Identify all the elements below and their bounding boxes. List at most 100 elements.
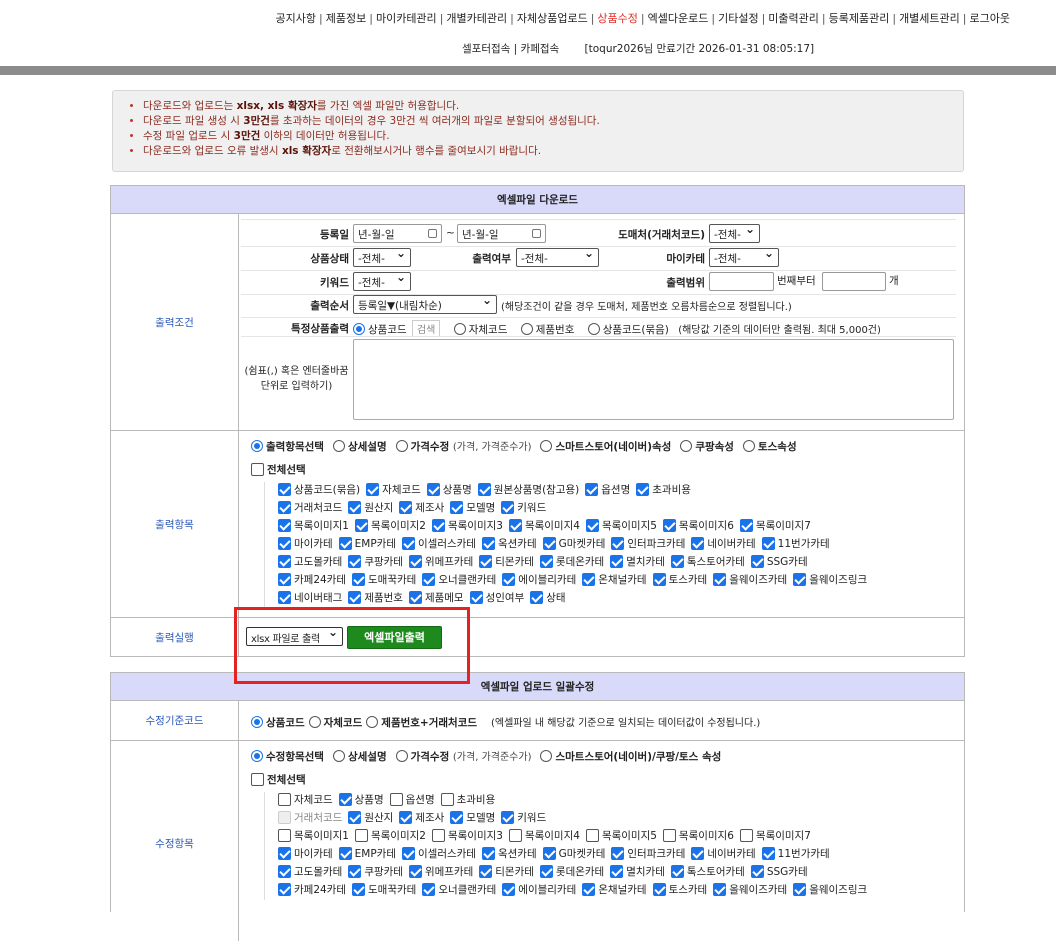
item-checkbox[interactable]: 키워드: [501, 811, 546, 824]
calendar-icon[interactable]: [532, 229, 541, 238]
nav-item[interactable]: 마이카테관리: [376, 12, 437, 25]
item-checkbox[interactable]: 에이블리카테: [502, 883, 576, 896]
item-checkbox[interactable]: 톡스토어카테: [670, 555, 745, 568]
item-checkbox[interactable]: 도매꾹카테: [352, 573, 416, 586]
item-checkbox[interactable]: 목록이미지6: [662, 829, 734, 842]
nav-item[interactable]: 자체상품업로드: [517, 12, 588, 25]
item-checkbox[interactable]: 티몬카테: [479, 555, 534, 568]
supplier-select[interactable]: -전체-: [709, 222, 760, 243]
item-checkbox[interactable]: 토스카테: [652, 573, 707, 586]
item-checkbox[interactable]: EMP카테: [338, 537, 396, 550]
item-checkbox[interactable]: 고도몰카테: [278, 865, 342, 878]
mode-radio[interactable]: 스마트스토어(네이버)속성: [540, 440, 671, 453]
nav-item[interactable]: 등록제품관리: [829, 12, 890, 25]
item-checkbox[interactable]: 목록이미지1: [278, 829, 349, 842]
order-select[interactable]: 등록일▼(내림차순): [353, 293, 497, 314]
item-checkbox[interactable]: 목록이미지7: [739, 829, 811, 842]
search-button[interactable]: 검색: [411, 320, 441, 337]
seller-link[interactable]: 셀포터접속: [462, 43, 510, 55]
mode-radio[interactable]: 가격수정 (가격, 가격준수가): [395, 750, 531, 763]
item-checkbox[interactable]: 멸치카테: [610, 865, 665, 878]
reg-date-from[interactable]: 년-월-일: [353, 224, 442, 243]
item-checkbox[interactable]: 멸치카테: [610, 555, 665, 568]
item-checkbox[interactable]: 자체코드: [278, 793, 333, 806]
item-checkbox[interactable]: 도매꾹카테: [352, 883, 416, 896]
item-checkbox[interactable]: 11번가카테: [761, 537, 830, 550]
cafe-link[interactable]: 카페접속: [521, 43, 560, 55]
item-checkbox[interactable]: 롯데온카테: [539, 555, 604, 568]
item-checkbox[interactable]: 옵션명: [389, 793, 435, 806]
item-checkbox[interactable]: 오너클랜카테: [422, 573, 496, 586]
item-checkbox[interactable]: 모델명: [450, 811, 495, 824]
basis-radio[interactable]: 자체코드: [308, 716, 362, 729]
item-checkbox[interactable]: G마켓카테: [542, 537, 605, 550]
item-checkbox[interactable]: 제품번호: [348, 591, 403, 604]
item-checkbox[interactable]: 카페24카테: [278, 573, 346, 586]
item-checkbox[interactable]: 원산지: [348, 811, 393, 824]
item-checkbox[interactable]: 위메프카테: [408, 865, 473, 878]
select-all-checkbox[interactable]: 전체선택: [251, 462, 964, 477]
nav-item[interactable]: 로그아웃: [970, 12, 1010, 25]
radio-own-code[interactable]: 자체코드: [453, 323, 507, 336]
specific-codes-textarea[interactable]: [353, 339, 954, 420]
item-checkbox[interactable]: SSG카테: [750, 555, 808, 568]
item-checkbox[interactable]: 쿠팡카테: [348, 865, 403, 878]
status-select[interactable]: -전체-: [353, 246, 411, 267]
nav-item[interactable]: 엑셀다운로드: [648, 12, 709, 25]
item-checkbox[interactable]: 제품메모: [408, 591, 464, 604]
item-checkbox[interactable]: 온채널카테: [582, 883, 647, 896]
item-checkbox[interactable]: 에이블리카테: [502, 573, 576, 586]
nav-item[interactable]: 제품정보: [326, 12, 366, 25]
item-checkbox[interactable]: 이셀러스카테: [402, 537, 476, 550]
mycate-select[interactable]: -전체-: [709, 246, 779, 267]
keyword-select[interactable]: -전체-: [353, 270, 411, 291]
item-checkbox[interactable]: 상품명: [426, 483, 472, 496]
item-checkbox[interactable]: 올웨이즈카테: [713, 573, 787, 586]
mode-radio[interactable]: 스마트스토어(네이버)/쿠팡/토스 속성: [540, 750, 721, 763]
basis-radio[interactable]: 상품코드: [251, 716, 305, 729]
item-checkbox[interactable]: 모델명: [450, 501, 495, 514]
item-checkbox[interactable]: 상태: [530, 591, 566, 604]
item-checkbox[interactable]: 제조사: [399, 501, 444, 514]
item-checkbox[interactable]: 올웨이즈링크: [793, 573, 867, 586]
item-checkbox[interactable]: 원본상품명(참고용): [477, 483, 579, 496]
item-checkbox[interactable]: 옵션명: [585, 483, 630, 496]
item-checkbox[interactable]: 목록이미지6: [662, 519, 734, 532]
item-checkbox[interactable]: 인터파크카테: [611, 537, 685, 550]
mode-radio[interactable]: 가격수정 (가격, 가격준수가): [395, 440, 531, 453]
item-checkbox[interactable]: 이셀러스카테: [402, 847, 476, 860]
item-checkbox[interactable]: 목록이미지3: [431, 829, 503, 842]
basis-radio[interactable]: 제품번호+거래처코드: [366, 716, 477, 729]
item-checkbox[interactable]: 제조사: [399, 811, 444, 824]
item-checkbox[interactable]: 고도몰카테: [278, 555, 342, 568]
item-checkbox[interactable]: 키워드: [501, 501, 546, 514]
item-checkbox[interactable]: 성인여부: [469, 591, 524, 604]
item-checkbox[interactable]: 목록이미지2: [354, 829, 426, 842]
item-checkbox[interactable]: 올웨이즈카테: [713, 883, 787, 896]
item-checkbox[interactable]: 목록이미지5: [585, 519, 657, 532]
item-checkbox[interactable]: 위메프카테: [408, 555, 473, 568]
nav-item[interactable]: 기타설정: [718, 12, 758, 25]
item-checkbox[interactable]: 목록이미지2: [354, 519, 426, 532]
mode-radio[interactable]: 토스속성: [742, 440, 797, 453]
item-checkbox[interactable]: 목록이미지3: [431, 519, 503, 532]
mode-radio[interactable]: 상세설명: [332, 750, 387, 763]
printed-select[interactable]: -전체-: [516, 246, 599, 267]
nav-item[interactable]: 미출력관리: [768, 12, 819, 25]
nav-item[interactable]: 공지사항: [276, 12, 316, 25]
item-checkbox[interactable]: 거래처코드: [278, 501, 342, 514]
calendar-icon[interactable]: [428, 229, 437, 238]
radio-product-code-bundle[interactable]: 상품코드(묶음): [587, 323, 669, 336]
item-checkbox[interactable]: 목록이미지5: [585, 829, 657, 842]
item-checkbox[interactable]: G마켓카테: [542, 847, 605, 860]
item-checkbox[interactable]: 마이카테: [278, 537, 333, 550]
item-checkbox[interactable]: 토스카테: [652, 883, 707, 896]
item-checkbox[interactable]: 톡스토어카테: [670, 865, 745, 878]
item-checkbox[interactable]: 목록이미지4: [508, 519, 580, 532]
range-from-input[interactable]: [709, 272, 774, 291]
item-checkbox[interactable]: 네이버태그: [278, 591, 342, 604]
item-checkbox[interactable]: 원산지: [348, 501, 393, 514]
item-checkbox[interactable]: 쿠팡카테: [348, 555, 403, 568]
range-to-input[interactable]: [822, 272, 886, 291]
item-checkbox[interactable]: 상품명: [338, 793, 384, 806]
